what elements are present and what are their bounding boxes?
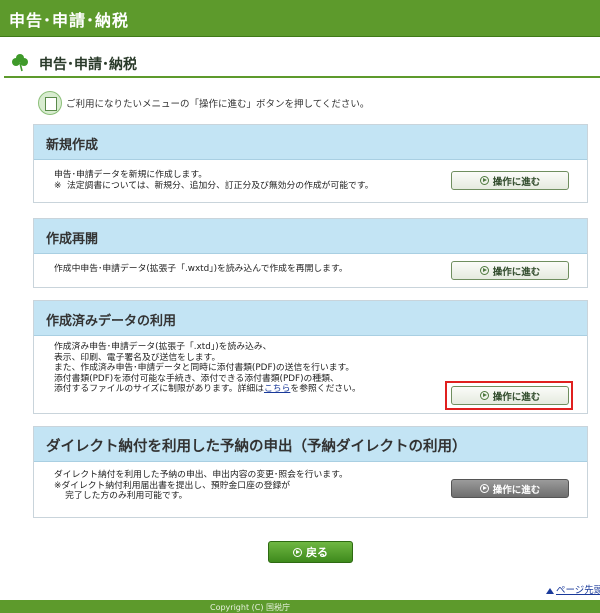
panel-title: ダイレクト納付を利用した予納の申出（予納ダイレクトの利用） (46, 439, 467, 455)
panel-use-created-data: 作成済みデータの利用 作成済み申告･申請データ(拡張子「.xtd」)を読み込み、… (33, 300, 588, 414)
arrow-right-icon (479, 176, 489, 185)
clover-icon (12, 54, 28, 72)
arrow-right-icon (293, 547, 302, 557)
section-header: 申告･申請･納税 (0, 44, 600, 78)
arrow-right-icon (479, 266, 489, 275)
section-divider (4, 76, 600, 78)
description-line: 添付書類(PDF)を添付可能な手続き、添付できる添付書類(PDF)の種類、 (54, 373, 339, 384)
arrow-right-icon (479, 391, 489, 400)
description-line: 完了した方のみ利用可能です。 (54, 491, 188, 501)
copyright-text: Copyright (C) 国税庁 (210, 603, 291, 612)
arrow-up-icon (546, 587, 554, 594)
description-line: ※ 法定調書については、新規分、追加分、訂正分及び無効分の作成が可能です。 (54, 180, 374, 191)
panel-header: 作成済みデータの利用 (34, 301, 587, 336)
button-label: 操作に進む (492, 391, 541, 403)
app-title: 申告･申請･納税 (9, 11, 130, 30)
panel-description: 作成中申告･申請データ(拡張子「.wxtd」)を読み込んで作成を再開します。 (54, 264, 348, 275)
document-icon (38, 91, 62, 115)
panel-resume: 作成再開 作成中申告･申請データ(拡張子「.wxtd」)を読み込んで作成を再開し… (33, 218, 588, 288)
section-title: 申告･申請･納税 (39, 57, 137, 73)
description-line: 申告･申請データを新規に作成します。 (54, 170, 208, 180)
button-label: 操作に進む (492, 266, 541, 278)
proceed-button-new[interactable]: 操作に進む (451, 171, 569, 190)
description-line: また、作成済み申告･申請データと同時に添付書類(PDF)の送信を行います。 (54, 363, 355, 373)
description-line: ダイレクト納付を利用した予納の申出、申出内容の変更･照会を行います。 (54, 470, 348, 480)
panel-title: 作成再開 (46, 232, 99, 247)
button-label: 操作に進む (492, 176, 541, 188)
description-line: を参照ください。 (290, 384, 361, 394)
description-line: 表示、印刷、電子署名及び送信をします。 (54, 352, 221, 363)
details-link[interactable]: こちら (264, 384, 290, 394)
button-label: 戻る (306, 546, 328, 559)
panel-new-create: 新規作成 申告･申請データを新規に作成します。 ※ 法定調書については、新規分、… (33, 124, 588, 203)
proceed-button-created-data[interactable]: 操作に進む (451, 386, 569, 405)
panel-header: 作成再開 (34, 219, 587, 254)
panel-header: 新規作成 (34, 125, 587, 160)
page-top-label: ページ先頭 (556, 585, 600, 596)
footer-bar: Copyright (C) 国税庁 (0, 600, 600, 613)
arrow-right-icon (479, 484, 489, 493)
top-bar: 申告･申請･納税 (0, 0, 600, 37)
panel-direct-payment: ダイレクト納付を利用した予納の申出（予納ダイレクトの利用） ダイレクト納付を利用… (33, 426, 588, 518)
panel-header: ダイレクト納付を利用した予納の申出（予納ダイレクトの利用） (34, 427, 587, 462)
proceed-button-resume[interactable]: 操作に進む (451, 261, 569, 280)
panel-description: ダイレクト納付を利用した予納の申出、申出内容の変更･照会を行います。 ※ダイレク… (54, 470, 348, 502)
instruction-text: ご利用になりたいメニューの「操作に進む」ボタンを押してください。 (66, 99, 370, 110)
back-button[interactable]: 戻る (268, 541, 353, 563)
description-line: 添付するファイルのサイズに制限があります。詳細は (54, 384, 264, 394)
panel-description: 申告･申請データを新規に作成します。 ※ 法定調書については、新規分、追加分、訂… (54, 170, 374, 191)
panel-title: 新規作成 (46, 138, 99, 153)
page-top-link[interactable]: ページ先頭 (546, 582, 600, 596)
proceed-button-direct-payment[interactable]: 操作に進む (451, 479, 569, 498)
panel-title: 作成済みデータの利用 (46, 314, 177, 329)
button-label: 操作に進む (492, 484, 541, 496)
description-line: 作成済み申告･申請データ(拡張子「.xtd」)を読み込み、 (54, 342, 272, 352)
description-line: 作成中申告･申請データ(拡張子「.wxtd」)を読み込んで作成を再開します。 (54, 264, 348, 274)
description-line: ※ダイレクト納付利用届出書を提出し、預貯金口座の登録が (54, 480, 291, 491)
panel-description: 作成済み申告･申請データ(拡張子「.xtd」)を読み込み、 表示、印刷、電子署名… (54, 342, 361, 395)
